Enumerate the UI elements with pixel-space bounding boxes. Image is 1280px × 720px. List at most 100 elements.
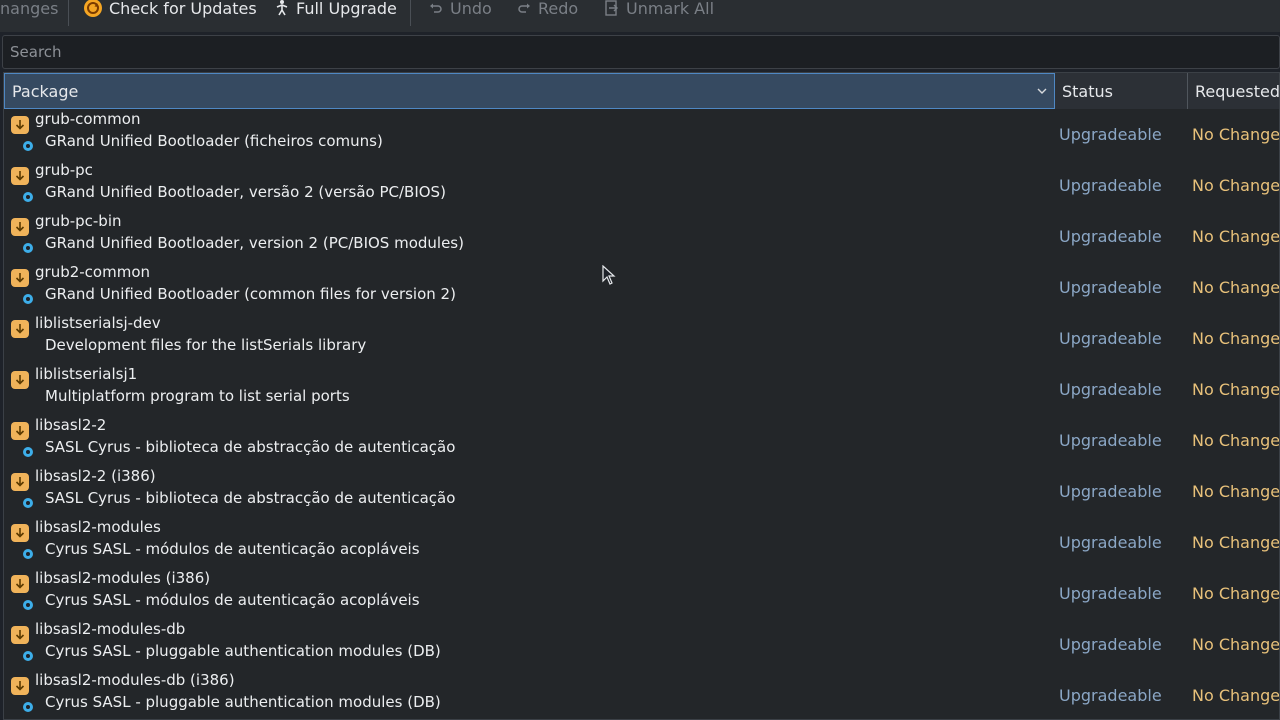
package-name: grub-pc-bin: [35, 212, 122, 230]
table-row[interactable]: libsasl2-2 (i386) SASL Cyrus - bibliotec…: [4, 466, 1280, 517]
toolbar-separator: [68, 0, 69, 26]
table-row[interactable]: grub-common GRand Unified Bootloader (fi…: [4, 109, 1280, 160]
unmark-all-label: Unmark All: [626, 0, 715, 18]
column-header-requested[interactable]: Requested: [1188, 73, 1280, 109]
package-update-icon: [11, 269, 29, 287]
package-requested: No Change: [1192, 431, 1280, 450]
package-status: Upgradeable: [1059, 278, 1162, 297]
column-header-status[interactable]: Status: [1055, 73, 1188, 109]
gear-icon: [23, 447, 33, 457]
gear-icon: [23, 192, 33, 202]
package-description: Cyrus SASL - pluggable authentication mo…: [45, 642, 441, 660]
unmark-icon: [604, 0, 620, 16]
mouse-cursor-icon: [602, 265, 616, 285]
unmark-all-button[interactable]: Unmark All: [604, 0, 714, 24]
package-description: Cyrus SASL - módulos de autenticação aco…: [45, 591, 420, 609]
gear-icon: [23, 702, 33, 712]
package-status: Upgradeable: [1059, 686, 1162, 705]
package-update-icon: [11, 371, 29, 389]
package-update-icon: [11, 167, 29, 185]
package-requested: No Change: [1192, 227, 1280, 246]
package-requested: No Change: [1192, 176, 1280, 195]
package-description: GRand Unified Bootloader, versão 2 (vers…: [45, 183, 446, 201]
undo-button[interactable]: Undo: [428, 0, 492, 24]
table-row[interactable]: libsasl2-modules-db Cyrus SASL - pluggab…: [4, 619, 1280, 670]
package-update-icon: [11, 473, 29, 491]
table-row[interactable]: grub-pc GRand Unified Bootloader, versão…: [4, 160, 1280, 211]
package-requested: No Change: [1192, 125, 1280, 144]
package-update-icon: [11, 218, 29, 236]
package-update-icon: [11, 524, 29, 542]
package-requested: No Change: [1192, 329, 1280, 348]
package-update-icon: [11, 422, 29, 440]
package-status: Upgradeable: [1059, 431, 1162, 450]
gear-icon: [23, 141, 33, 151]
package-requested: No Change: [1192, 533, 1280, 552]
package-name: libsasl2-2: [35, 416, 107, 434]
package-status: Upgradeable: [1059, 329, 1162, 348]
package-requested: No Change: [1192, 584, 1280, 603]
table-row[interactable]: liblistserialsj1 Multiplatform program t…: [4, 364, 1280, 415]
package-name: libsasl2-modules-db (i386): [35, 671, 235, 689]
package-description: Cyrus SASL - pluggable authentication mo…: [45, 693, 441, 711]
package-name: libsasl2-modules (i386): [35, 569, 211, 587]
sort-chevron-down-icon: [1037, 88, 1047, 94]
package-status: Upgradeable: [1059, 482, 1162, 501]
table-row[interactable]: grub2-common GRand Unified Bootloader (c…: [4, 262, 1280, 313]
search-box: [2, 35, 1280, 69]
package-update-icon: [11, 575, 29, 593]
column-header-package[interactable]: Package: [4, 73, 1055, 109]
gear-icon: [23, 498, 33, 508]
package-name: grub2-common: [35, 263, 151, 281]
package-requested: No Change: [1192, 482, 1280, 501]
column-header-status-label: Status: [1062, 81, 1113, 101]
full-upgrade-button[interactable]: Full Upgrade: [274, 0, 397, 24]
search-input[interactable]: [3, 36, 1279, 68]
table-row[interactable]: grub-pc-bin GRand Unified Bootloader, ve…: [4, 211, 1280, 262]
check-updates-label: Check for Updates: [109, 0, 257, 18]
table-body: grub-common GRand Unified Bootloader (fi…: [4, 109, 1280, 719]
table-header: Package Status Requested: [4, 73, 1280, 109]
package-requested: No Change: [1192, 635, 1280, 654]
package-description: GRand Unified Bootloader (common files f…: [45, 285, 456, 303]
package-description: GRand Unified Bootloader, version 2 (PC/…: [45, 234, 464, 252]
table-row[interactable]: liblistserialsj-dev Development files fo…: [4, 313, 1280, 364]
package-update-icon: [11, 320, 29, 338]
table-row[interactable]: libsasl2-modules-db (i386) Cyrus SASL - …: [4, 670, 1280, 719]
package-update-icon: [11, 677, 29, 695]
full-upgrade-label: Full Upgrade: [296, 0, 397, 18]
package-name: libsasl2-2 (i386): [35, 467, 156, 485]
package-description: Cyrus SASL - módulos de autenticação aco…: [45, 540, 420, 558]
package-requested: No Change: [1192, 278, 1280, 297]
package-name: liblistserialsj1: [35, 365, 138, 383]
gear-icon: [23, 549, 33, 559]
package-name: libsasl2-modules: [35, 518, 161, 536]
package-description: GRand Unified Bootloader (ficheiros comu…: [45, 132, 383, 150]
table-row[interactable]: libsasl2-modules (i386) Cyrus SASL - mód…: [4, 568, 1280, 619]
apply-changes-button[interactable]: nanges: [0, 0, 58, 24]
package-name: grub-common: [35, 110, 141, 128]
gear-icon: [23, 600, 33, 610]
table-row[interactable]: libsasl2-2 SASL Cyrus - biblioteca de ab…: [4, 415, 1280, 466]
toolbar: nanges Check for Updates Full Upgrade Un…: [0, 0, 1280, 32]
package-name: libsasl2-modules-db: [35, 620, 186, 638]
upgrade-person-icon: [274, 0, 290, 17]
package-status: Upgradeable: [1059, 533, 1162, 552]
package-status: Upgradeable: [1059, 635, 1162, 654]
apply-changes-label: nanges: [0, 0, 59, 18]
redo-button[interactable]: Redo: [516, 0, 578, 24]
undo-icon: [428, 0, 444, 16]
column-header-package-label: Package: [12, 81, 79, 101]
column-header-requested-label: Requested: [1195, 81, 1280, 101]
package-description: SASL Cyrus - biblioteca de abstracção de…: [45, 489, 456, 507]
redo-label: Redo: [538, 0, 579, 18]
check-updates-button[interactable]: Check for Updates: [83, 0, 257, 24]
gear-icon: [23, 651, 33, 661]
gear-icon: [23, 294, 33, 304]
package-description: Development files for the listSerials li…: [45, 336, 367, 354]
table-row[interactable]: libsasl2-modules Cyrus SASL - módulos de…: [4, 517, 1280, 568]
package-description: SASL Cyrus - biblioteca de abstracção de…: [45, 438, 456, 456]
package-update-icon: [11, 626, 29, 644]
package-requested: No Change: [1192, 686, 1280, 705]
package-requested: No Change: [1192, 380, 1280, 399]
